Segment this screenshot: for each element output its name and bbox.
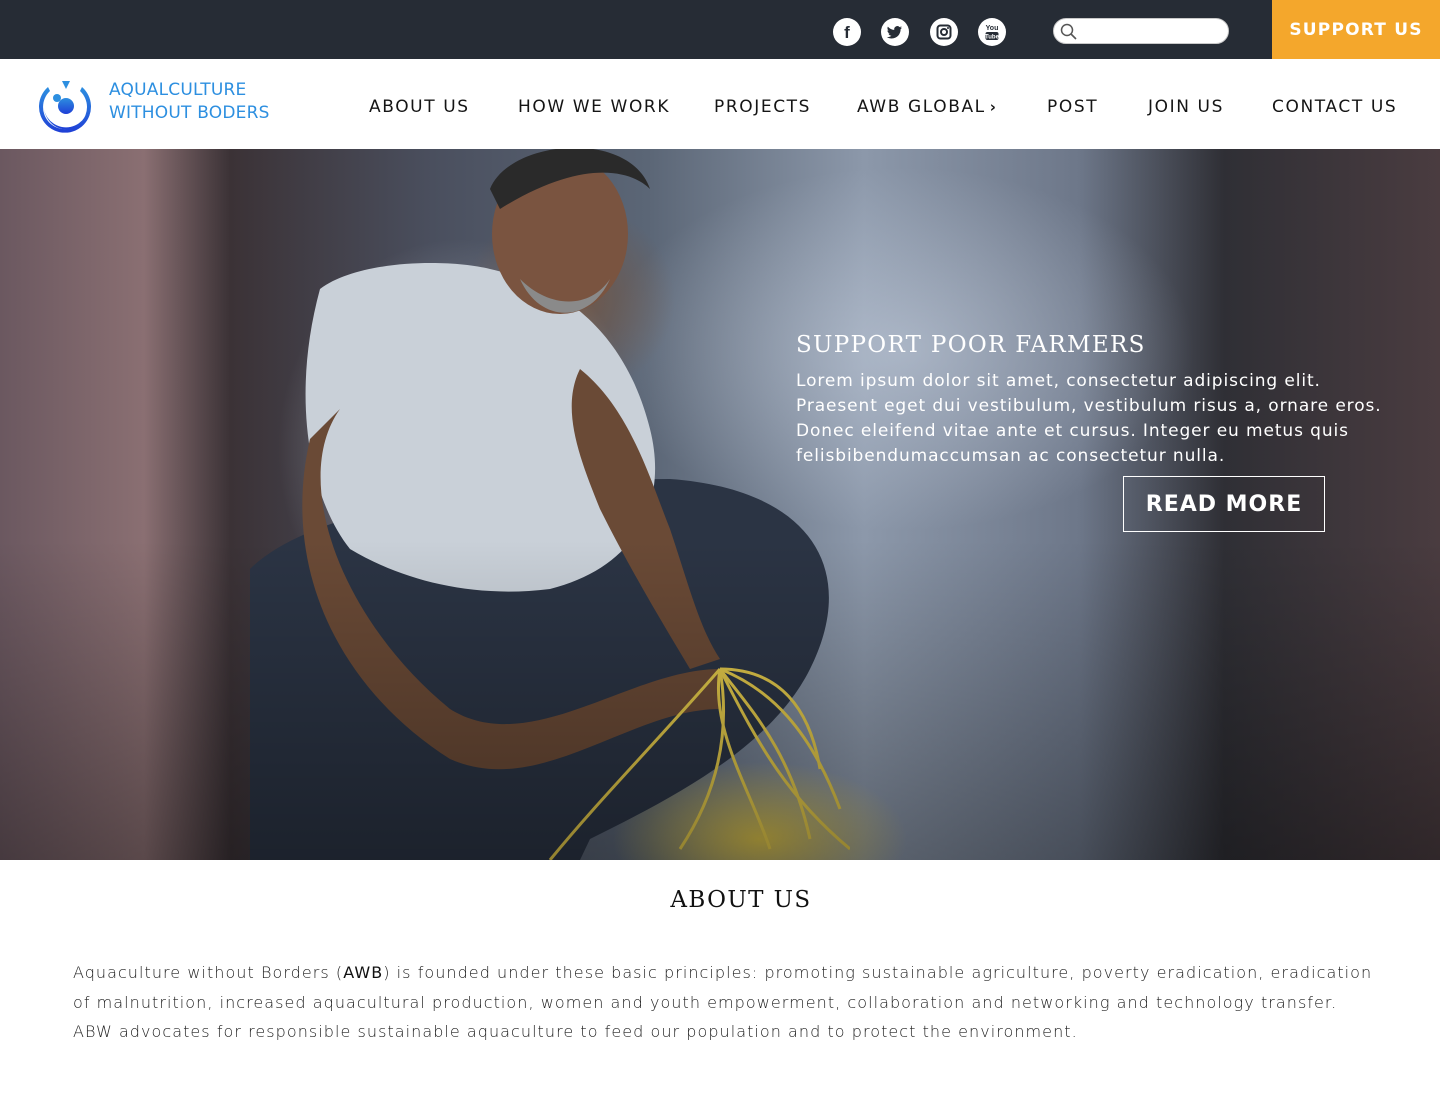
hero-banner: SUPPORT POOR FARMERS Lorem ipsum dolor s… xyxy=(0,149,1440,860)
chevron-right-icon: › xyxy=(989,98,998,116)
nav-join-us[interactable]: JOIN US xyxy=(1148,97,1224,117)
svg-text:You: You xyxy=(986,25,999,32)
nav-how-we-work[interactable]: HOW WE WORK xyxy=(518,97,670,117)
top-bar: f You Tube SUPPORT US xyxy=(0,0,1440,59)
hero-title: SUPPORT POOR FARMERS xyxy=(796,332,1146,358)
svg-text:f: f xyxy=(844,23,850,42)
main-header: AQUALCULTURE WITHOUT BODERS ABOUT US HOW… xyxy=(0,59,1440,149)
nav-contact-us[interactable]: CONTACT US xyxy=(1272,97,1397,117)
nav-projects[interactable]: PROJECTS xyxy=(714,97,811,117)
brand-line-2: WITHOUT BODERS xyxy=(109,103,270,123)
facebook-icon[interactable]: f xyxy=(833,18,861,46)
hero-description: Lorem ipsum dolor sit amet, consectetur … xyxy=(796,371,1382,466)
search-box[interactable] xyxy=(1053,18,1229,44)
about-title: ABOUT US xyxy=(670,887,812,913)
about-text-bold: AWB xyxy=(343,963,384,982)
brand-name[interactable]: AQUALCULTURE WITHOUT BODERS xyxy=(109,79,270,125)
about-text-before: Aquaculture without Borders ( xyxy=(73,963,344,982)
support-us-button[interactable]: SUPPORT US xyxy=(1272,0,1440,59)
nav-post[interactable]: POST xyxy=(1047,97,1098,117)
instagram-icon[interactable] xyxy=(930,18,958,46)
nav-awb-global-label: AWB GLOBAL xyxy=(857,97,986,117)
search-icon xyxy=(1060,23,1077,40)
youtube-icon[interactable]: You Tube xyxy=(978,18,1006,46)
brand-line-1: AQUALCULTURE xyxy=(109,80,247,100)
twitter-icon[interactable] xyxy=(881,18,909,46)
nav-awb-global[interactable]: AWB GLOBAL › xyxy=(857,97,998,117)
awb-logo[interactable] xyxy=(36,79,96,135)
nav-about-us[interactable]: ABOUT US xyxy=(369,97,470,117)
svg-text:Tube: Tube xyxy=(985,35,1000,41)
about-description: Aquaculture without Borders (AWB) is fou… xyxy=(73,958,1383,1047)
search-input[interactable] xyxy=(1082,22,1226,42)
read-more-button[interactable]: READ MORE xyxy=(1123,476,1325,532)
